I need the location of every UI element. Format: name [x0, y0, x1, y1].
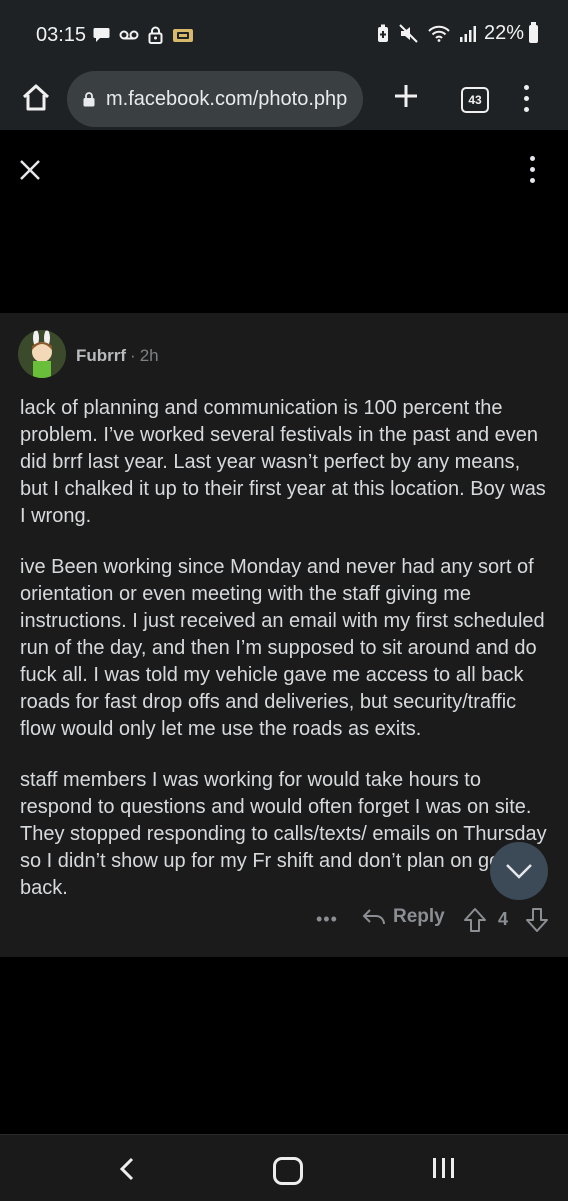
comment-body: lack of planning and communication is 10… [20, 395, 550, 926]
comment-paragraph: staff members I was working for would ta… [20, 769, 547, 899]
home-icon[interactable] [20, 82, 52, 114]
wifi-icon [428, 25, 450, 42]
avatar[interactable] [18, 330, 66, 378]
comment-time[interactable]: 2h [140, 346, 159, 365]
photo-options-button[interactable] [528, 156, 536, 186]
status-left-icons [93, 26, 194, 44]
address-bar[interactable]: m.facebook.com/photo.php [67, 71, 363, 127]
dot-icon [523, 85, 529, 90]
battery-icon [529, 21, 538, 43]
reply-button[interactable]: Reply [362, 906, 445, 928]
reply-label: Reply [393, 906, 445, 927]
dot-icon [529, 178, 535, 183]
battery-percent: 22% [483, 22, 524, 44]
comment-paragraph: lack of planning and communication is 10… [20, 397, 546, 527]
lock-icon [148, 26, 163, 44]
back-icon[interactable] [118, 1157, 136, 1181]
browser-menu-button[interactable] [523, 85, 529, 113]
comment-paragraph: ive Been working since Monday and never … [20, 556, 545, 740]
dot-icon [529, 167, 535, 172]
more-options-button[interactable]: ••• [316, 909, 338, 930]
scroll-down-button[interactable] [490, 842, 548, 900]
status-right-icons [377, 24, 476, 43]
dot-icon [523, 96, 529, 101]
downvote-arrow-icon[interactable] [525, 907, 549, 933]
dot-icon [529, 156, 535, 161]
chevron-down-icon [506, 864, 532, 879]
signal-icon [460, 25, 476, 42]
system-navigation-bar [0, 1134, 568, 1201]
dot-icon [523, 107, 529, 112]
upvote-arrow-icon[interactable] [463, 907, 487, 933]
battery-indicator: 22% [483, 21, 538, 45]
new-tab-button[interactable] [394, 80, 418, 114]
tab-switcher-button[interactable]: 43 [461, 87, 489, 113]
secure-lock-icon [83, 91, 95, 106]
close-icon[interactable] [18, 158, 42, 182]
voicemail-icon [119, 30, 139, 40]
comment-header: Fubrrf · 2h [76, 346, 159, 366]
home-button[interactable] [273, 1157, 303, 1185]
plus-icon [395, 85, 417, 107]
mute-icon [399, 24, 418, 43]
chat-bubble-icon [93, 28, 110, 42]
battery-saver-icon [378, 24, 388, 42]
status-bar: 03:15 22% [0, 0, 568, 68]
reply-arrow-icon [362, 909, 385, 925]
status-time: 03:15 [36, 24, 87, 46]
url-text: m.facebook.com/photo.php [106, 87, 348, 110]
vote-count: 4 [498, 909, 509, 929]
avatar-image [18, 330, 66, 378]
recent-apps-icon[interactable] [433, 1158, 454, 1178]
author-name[interactable]: Fubrrf [76, 346, 126, 365]
ticket-icon [173, 28, 193, 42]
separator-dot: · [130, 346, 136, 365]
browser-toolbar: m.facebook.com/photo.php 43 [0, 68, 568, 130]
